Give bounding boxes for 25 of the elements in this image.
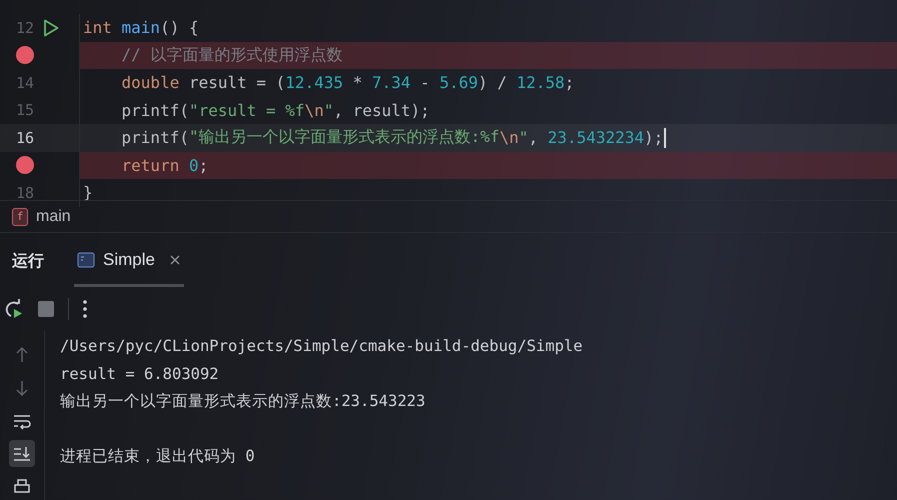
code-line: } [82, 182, 94, 204]
console-line: /Users/pyc/CLionProjects/Simple/cmake-build-debug/Simple [60, 336, 583, 357]
close-icon[interactable] [168, 254, 181, 266]
line-number: 15 [14, 101, 34, 120]
console-line: 输出另一个以字面量形式表示的浮点数:23.543223 [60, 391, 426, 412]
function-icon: f [12, 208, 28, 226]
breakpoint-icon[interactable] [16, 156, 34, 174]
code-line: printf("result = %f\n", result); [120, 100, 431, 122]
breakpoint-icon[interactable] [16, 46, 34, 64]
code-line: printf("输出另一个以字面量形式表示的浮点数:%f\n", 23.5432234); [80, 124, 897, 152]
scroll-to-end-icon[interactable] [9, 440, 35, 467]
code-line: double result = (12.435 * 7.34 - 5.69) / 12.58; [120, 72, 576, 94]
console-line: result = 6.803092 [60, 364, 220, 384]
more-icon[interactable] [83, 300, 87, 318]
run-icon[interactable] [43, 18, 59, 37]
run-tab[interactable]: Simple [74, 235, 184, 287]
breadcrumb-item[interactable]: main [36, 208, 71, 226]
console-icon [77, 252, 95, 268]
code-line: int main() { [82, 17, 200, 40]
line-number: 18 [14, 184, 34, 202]
console-line: 进程已结束，退出代码为 0 [60, 446, 256, 467]
line-number: 12 [14, 18, 34, 37]
panel-title: 运行 [12, 250, 44, 272]
line-number: 14 [14, 74, 34, 92]
line-number: 16 [14, 128, 34, 147]
